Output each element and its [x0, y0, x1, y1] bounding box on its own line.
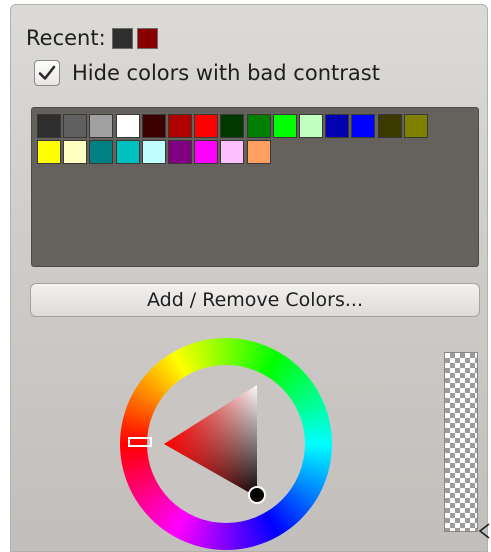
palette-swatch[interactable] — [325, 114, 350, 138]
color-palette — [31, 107, 479, 267]
palette-swatch[interactable] — [194, 114, 219, 138]
checkmark-icon — [38, 65, 56, 80]
palette-swatch[interactable] — [272, 114, 297, 138]
palette-swatch[interactable] — [37, 140, 61, 165]
hide-bad-contrast-option[interactable]: Hide colors with bad contrast — [34, 60, 380, 86]
color-marker[interactable] — [248, 486, 266, 504]
recent-colors-row: Recent: — [26, 24, 158, 52]
alpha-slider[interactable] — [444, 352, 478, 532]
hide-bad-contrast-checkbox[interactable] — [34, 60, 60, 86]
palette-swatch[interactable] — [246, 114, 271, 138]
palette-swatch[interactable] — [141, 114, 166, 138]
palette-swatch[interactable] — [63, 140, 88, 165]
palette-swatch[interactable] — [299, 114, 323, 138]
palette-swatch[interactable] — [194, 140, 219, 165]
palette-swatch[interactable] — [115, 140, 140, 165]
palette-swatch[interactable] — [403, 114, 428, 138]
color-wheel[interactable] — [120, 338, 332, 550]
palette-swatch[interactable] — [89, 114, 114, 138]
palette-swatch[interactable] — [63, 114, 88, 138]
alpha-slider-handle-icon[interactable] — [478, 522, 491, 540]
hide-bad-contrast-label: Hide colors with bad contrast — [72, 61, 380, 85]
add-remove-colors-button[interactable]: Add / Remove Colors... — [30, 283, 480, 317]
palette-swatch[interactable] — [115, 114, 140, 138]
palette-swatch[interactable] — [168, 140, 192, 165]
palette-swatch[interactable] — [141, 140, 166, 165]
recent-swatch[interactable] — [136, 27, 158, 49]
palette-swatch[interactable] — [351, 114, 376, 138]
palette-swatch[interactable] — [377, 114, 402, 138]
recent-swatch[interactable] — [111, 27, 133, 49]
recent-label: Recent: — [26, 26, 106, 50]
palette-swatch[interactable] — [37, 114, 61, 138]
palette-swatch[interactable] — [89, 140, 114, 165]
palette-swatch[interactable] — [168, 114, 192, 138]
hue-marker[interactable] — [128, 437, 152, 447]
palette-swatch[interactable] — [220, 114, 245, 138]
palette-swatch[interactable] — [246, 140, 271, 165]
palette-swatch[interactable] — [220, 140, 245, 165]
